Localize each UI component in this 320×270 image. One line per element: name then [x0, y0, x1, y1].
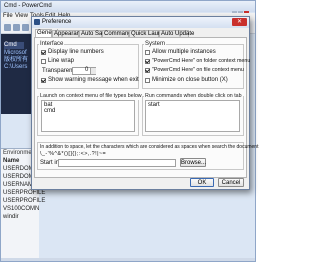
console-line: Microsof	[4, 50, 27, 56]
separator-chars: \_-'%^&*()[]{};:<>,.?!|~=	[40, 151, 107, 157]
file-types-list[interactable]	[41, 100, 135, 132]
minimize-on-close-checkbox[interactable]	[145, 78, 150, 83]
tab-quick-launch[interactable]: Quick Launch	[129, 30, 168, 37]
run-commands-label: Run commands when double click on tab	[144, 93, 243, 100]
tab-auto-update[interactable]: Auto Update	[159, 30, 194, 37]
file-context-checkbox[interactable]	[145, 68, 150, 73]
open-icon[interactable]	[13, 24, 20, 31]
browse-button[interactable]: Browse...	[180, 158, 206, 167]
display-line-numbers-checkbox[interactable]	[41, 50, 46, 55]
menu-view[interactable]: View	[15, 13, 28, 20]
folder-context-label: "PowerCmd Here" on folder context menu	[152, 58, 251, 64]
folder-context-checkbox[interactable]	[145, 59, 150, 64]
env-row[interactable]: windir	[3, 214, 19, 221]
main-statusbar	[1, 258, 255, 261]
ok-button[interactable]: OK	[190, 178, 214, 187]
interface-group-label: Interface	[39, 41, 65, 48]
tab-auto-save[interactable]: Auto Save	[79, 30, 109, 37]
menu-file[interactable]: File	[3, 13, 13, 20]
cancel-button[interactable]: Cancel	[218, 178, 244, 187]
display-line-numbers-label: Display line numbers	[48, 49, 104, 55]
file-context-label: "PowerCmd Here" on file context menu	[152, 67, 244, 73]
show-warning-checkbox[interactable]	[41, 78, 46, 83]
line-wrap-label: Line wrap	[48, 58, 75, 64]
tab-commands[interactable]: Commands	[102, 30, 135, 37]
allow-multiple-label: Allow multiple instances	[152, 49, 216, 55]
window-controls	[232, 3, 252, 16]
list-item[interactable]: start	[148, 102, 160, 109]
save-icon[interactable]	[22, 24, 29, 31]
launch-context-label: Launch on context menu of file types bel…	[39, 93, 143, 100]
line-wrap-checkbox[interactable]	[41, 59, 46, 64]
transparency-value: 0	[85, 67, 89, 73]
env-column-header: Name	[3, 158, 20, 164]
system-group-label: System	[144, 41, 167, 48]
env-row[interactable]: VS100COMN	[3, 206, 39, 213]
env-row[interactable]: USERPROFILE	[3, 198, 45, 205]
new-tab-icon[interactable]	[4, 24, 11, 31]
console-line: C:\Users	[4, 64, 28, 70]
dialog-title: Preference	[42, 19, 72, 25]
env-row[interactable]: USERPROFILE	[3, 190, 45, 197]
tab-general[interactable]: General	[35, 29, 58, 37]
minimize-on-close-label: Minimize on close button (X)	[152, 77, 228, 83]
app-icon	[34, 19, 40, 25]
close-button[interactable]: ✕	[232, 18, 247, 26]
start-in-input[interactable]	[58, 159, 176, 167]
main-window-title: Cmd - PowerCmd	[4, 3, 52, 9]
tab-cmd[interactable]: Cmd	[4, 42, 24, 49]
separator-note: In addition to space, let the characters…	[40, 144, 259, 150]
console-line: 版权所有	[4, 57, 29, 63]
list-item[interactable]: cmd	[44, 108, 55, 115]
stepper-arrows-icon[interactable]	[90, 68, 96, 74]
allow-multiple-checkbox[interactable]	[145, 50, 150, 55]
tab-appearance[interactable]: Appearance	[52, 30, 86, 37]
show-warning-label: Show warning message when exit	[48, 77, 139, 83]
